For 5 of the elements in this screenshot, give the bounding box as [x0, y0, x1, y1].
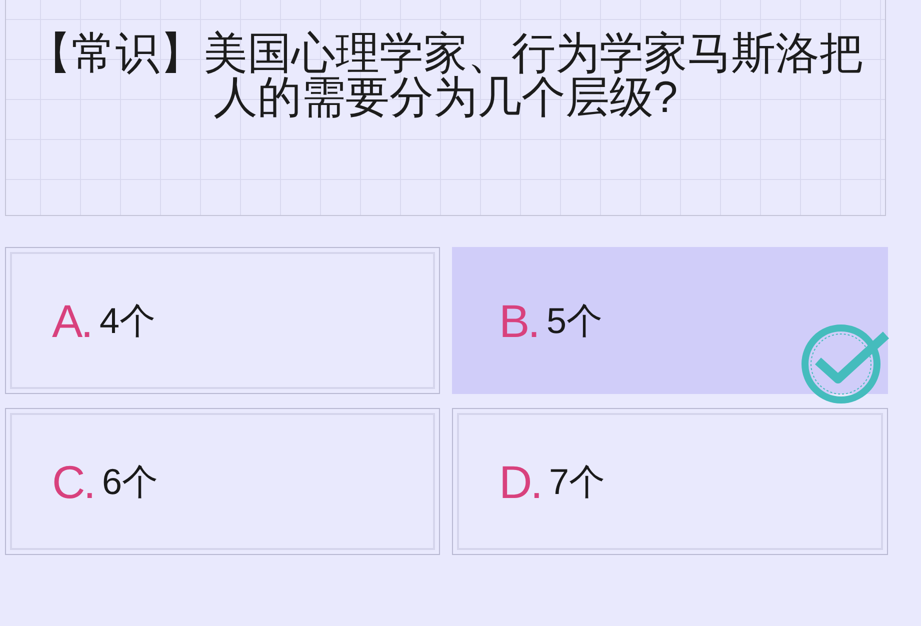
answer-option[interactable]: C. 6个 — [5, 408, 440, 555]
answer-option[interactable]: D. 7个 — [452, 408, 888, 555]
answer-option[interactable]: A. 4个 — [5, 247, 440, 394]
question-text: 【常识】美国心理学家、行为学家马斯洛把人的需要分为几个层级? — [26, 32, 864, 120]
answer-option[interactable]: B. 5个 — [452, 247, 888, 394]
